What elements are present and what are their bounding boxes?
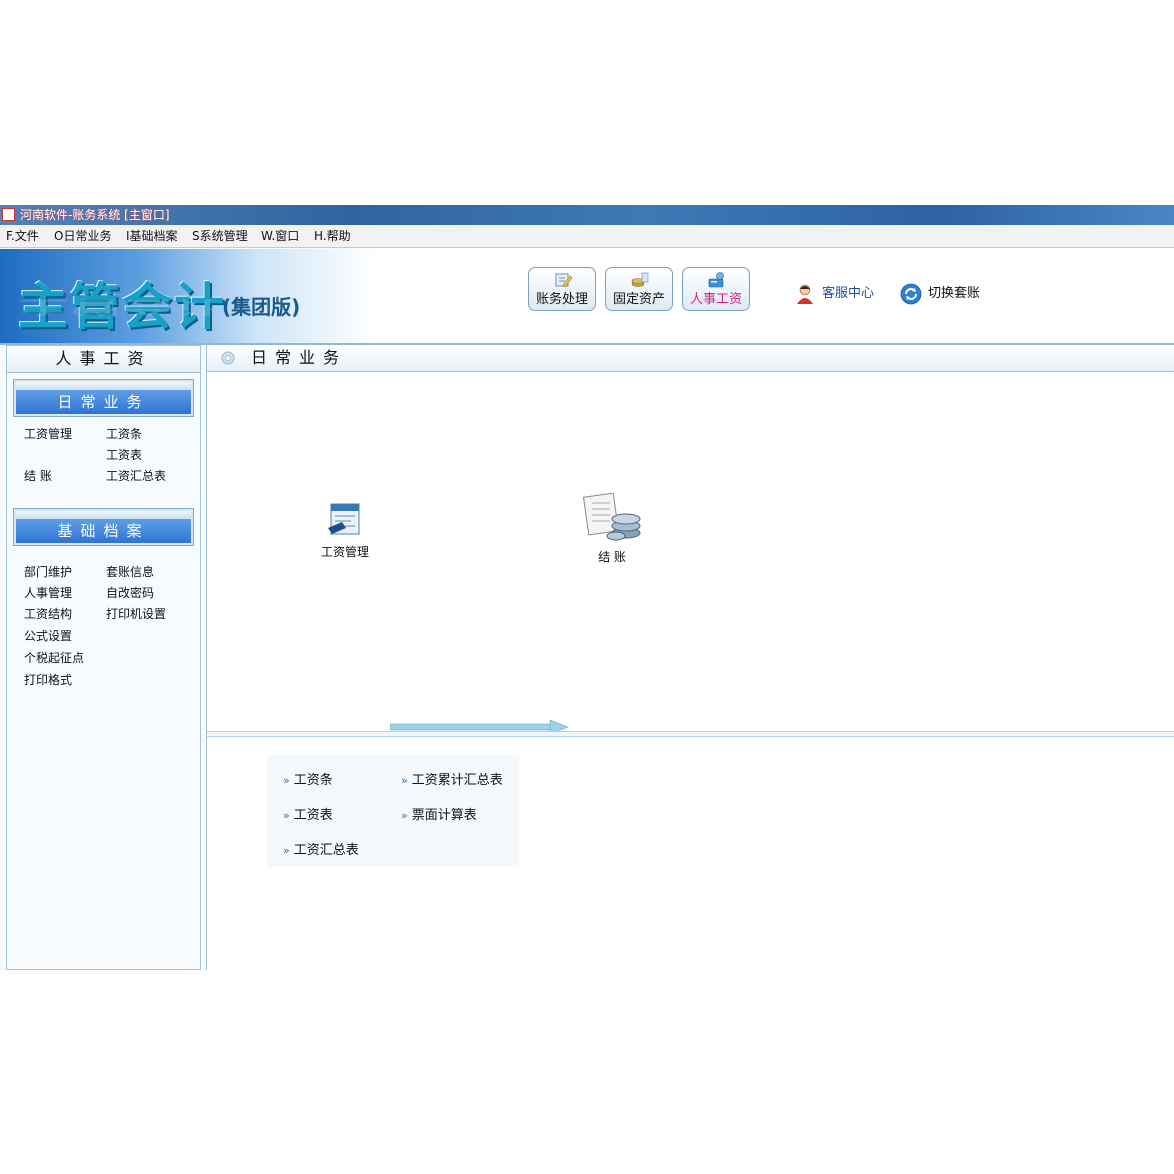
window-title: 河南软件-账务系统 [主窗口] bbox=[20, 208, 170, 222]
menu-system-management[interactable]: S系统管理 bbox=[192, 229, 248, 243]
sidebar-item-tax-threshold[interactable]: 个税起征点 bbox=[24, 651, 84, 665]
main-panel-header: 日常业务 bbox=[207, 345, 1174, 372]
module-button-ledger[interactable]: 账务处理 bbox=[528, 267, 596, 311]
report-link-cumulative-summary[interactable]: » 工资累计汇总表 bbox=[401, 773, 503, 789]
sidebar-item-payslip[interactable]: 工资条 bbox=[106, 427, 142, 441]
sidebar-item-payroll-management[interactable]: 工资管理 bbox=[24, 427, 72, 441]
customer-service-label: 客服中心 bbox=[822, 286, 875, 301]
chevron-right-icon: » bbox=[283, 809, 290, 822]
sidebar-item-formula-settings[interactable]: 公式设置 bbox=[24, 629, 72, 643]
sidebar-item-personnel[interactable]: 人事管理 bbox=[24, 586, 72, 600]
report-links: » 工资条 » 工资累计汇总表 » 工资表 » 票面计算表 » 工资汇总表 bbox=[267, 755, 519, 867]
app-logo-reflection: 主管会计 bbox=[18, 296, 226, 318]
flow-node-closing[interactable]: 结 账 bbox=[577, 492, 647, 565]
main-window: 河南软件-账务系统 [主窗口] F.文件 O日常业务 I基础档案 S系统管理 W… bbox=[0, 205, 1174, 970]
switch-account-icon bbox=[900, 283, 922, 305]
customer-service-icon bbox=[797, 284, 813, 304]
module-label: 账务处理 bbox=[535, 292, 588, 307]
switch-account-label: 切换套账 bbox=[928, 286, 981, 301]
app-header: 主管会计 主管会计 (集团版) 账务处理 固定资产 人事工资 客服中心 切换套账 bbox=[0, 249, 1174, 345]
sidebar: 人事工资 日常业务 工资管理 工资条 工资表 结 账 工资汇总表 基础档案 部门… bbox=[6, 345, 201, 970]
ledger-icon bbox=[555, 273, 573, 288]
assets-icon bbox=[631, 272, 649, 287]
menu-window[interactable]: W.窗口 bbox=[261, 229, 299, 243]
edition-label: (集团版) bbox=[222, 295, 301, 319]
menu-daily-business[interactable]: O日常业务 bbox=[54, 229, 111, 243]
report-link-payroll-summary[interactable]: » 工资汇总表 bbox=[283, 843, 359, 859]
report-link-payslip[interactable]: » 工资条 bbox=[283, 773, 333, 789]
sidebar-item-department[interactable]: 部门维护 bbox=[24, 565, 72, 579]
panel-divider bbox=[207, 731, 1174, 737]
chevron-right-icon: » bbox=[401, 809, 408, 822]
module-button-payroll[interactable]: 人事工资 bbox=[682, 267, 750, 311]
sidebar-item-account-info[interactable]: 套账信息 bbox=[106, 565, 154, 579]
menu-file[interactable]: F.文件 bbox=[6, 229, 39, 243]
flow-node-label: 工资管理 bbox=[320, 545, 369, 559]
section-header-basic-archive[interactable]: 基础档案 bbox=[13, 508, 194, 546]
chevron-right-icon: » bbox=[283, 774, 290, 787]
menu-help[interactable]: H.帮助 bbox=[314, 229, 351, 243]
module-label: 固定资产 bbox=[612, 292, 665, 307]
chevron-right-icon: » bbox=[401, 774, 408, 787]
menu-bar: F.文件 O日常业务 I基础档案 S系统管理 W.窗口 H.帮助 bbox=[0, 225, 1174, 248]
section-title: 日常业务 bbox=[16, 390, 191, 414]
section-title: 基础档案 bbox=[16, 519, 191, 543]
switch-account-link[interactable]: 切换套账 bbox=[900, 283, 990, 307]
sidebar-item-print-format[interactable]: 打印格式 bbox=[24, 673, 72, 687]
gear-icon bbox=[221, 351, 235, 365]
report-link-denomination-calc[interactable]: » 票面计算表 bbox=[401, 808, 477, 824]
module-label: 人事工资 bbox=[689, 292, 742, 307]
chevron-right-icon: » bbox=[283, 844, 290, 857]
report-link-payroll-sheet[interactable]: » 工资表 bbox=[283, 808, 333, 824]
payroll-icon bbox=[708, 272, 724, 288]
payroll-management-icon bbox=[328, 503, 360, 535]
sidebar-item-closing[interactable]: 结 账 bbox=[24, 469, 52, 483]
customer-service-link[interactable]: 客服中心 bbox=[794, 284, 884, 307]
flow-node-payroll-management[interactable]: 工资管理 bbox=[315, 498, 375, 560]
sidebar-item-change-password[interactable]: 自改密码 bbox=[106, 586, 154, 600]
sidebar-item-printer-settings[interactable]: 打印机设置 bbox=[106, 607, 166, 621]
app-icon bbox=[2, 208, 15, 221]
main-panel-title: 日常业务 bbox=[251, 348, 348, 367]
title-bar: 河南软件-账务系统 [主窗口] bbox=[0, 205, 1174, 225]
main-panel: 日常业务 工资管理 结 账 » 工资条 » 工资累计汇总表 » 工资表 » 票面… bbox=[206, 345, 1174, 970]
section-header-daily[interactable]: 日常业务 bbox=[13, 379, 194, 417]
sidebar-title: 人事工资 bbox=[7, 346, 200, 373]
sidebar-item-payroll-sheet[interactable]: 工资表 bbox=[106, 448, 142, 462]
sidebar-item-payroll-summary[interactable]: 工资汇总表 bbox=[106, 469, 166, 483]
flow-node-label: 结 账 bbox=[598, 550, 626, 564]
sidebar-item-salary-structure[interactable]: 工资结构 bbox=[24, 607, 72, 621]
module-button-fixed-assets[interactable]: 固定资产 bbox=[605, 267, 673, 311]
menu-basic-archive[interactable]: I基础档案 bbox=[126, 229, 178, 243]
closing-icon bbox=[582, 492, 641, 541]
